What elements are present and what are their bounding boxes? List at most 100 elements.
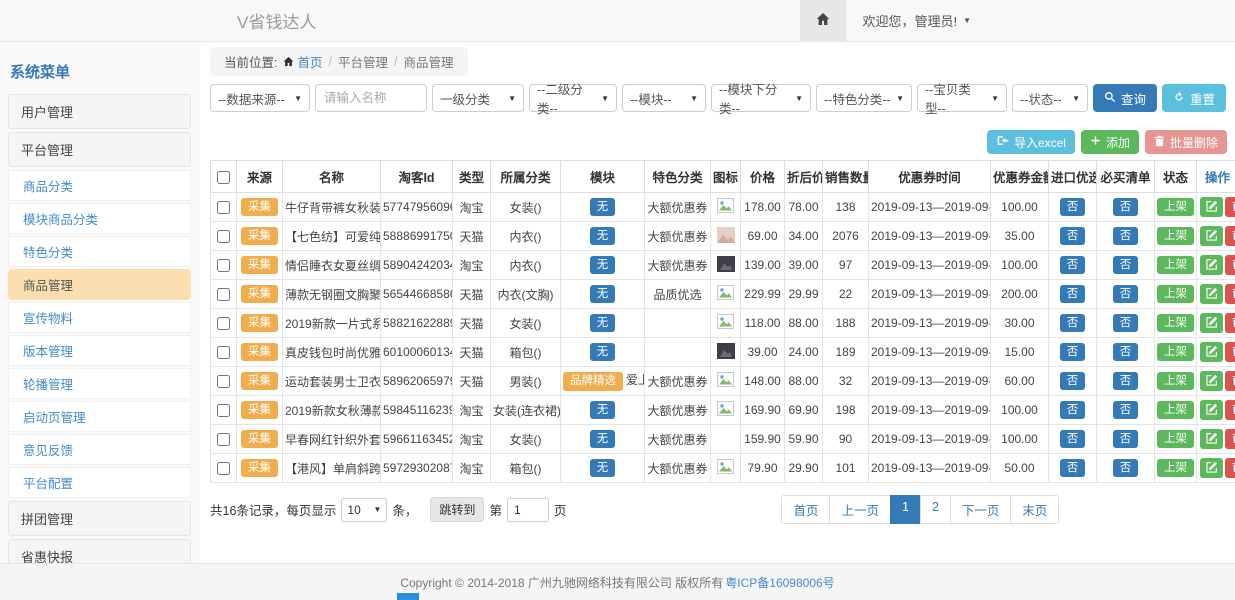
row-checkbox[interactable] [217, 201, 230, 214]
sidebar-item-3[interactable]: 模块商品分类 [8, 203, 191, 234]
import-optional-toggle[interactable]: 否 [1060, 285, 1086, 303]
sidebar-item-8[interactable]: 轮播管理 [8, 368, 191, 399]
row-checkbox[interactable] [217, 375, 230, 388]
edit-button[interactable] [1200, 197, 1223, 217]
row-checkbox[interactable] [217, 317, 230, 330]
must-buy-toggle[interactable]: 否 [1113, 343, 1139, 361]
sidebar-item-11[interactable]: 平台配置 [8, 467, 191, 498]
must-buy-toggle[interactable]: 否 [1113, 285, 1139, 303]
import-optional-toggle[interactable]: 否 [1060, 198, 1086, 216]
delete-button[interactable] [1225, 342, 1235, 362]
sidebar-item-1[interactable]: 平台管理 [8, 132, 191, 167]
jump-button[interactable]: 跳转到 [430, 497, 484, 522]
must-buy-toggle[interactable]: 否 [1113, 459, 1139, 477]
row-checkbox[interactable] [217, 230, 230, 243]
filter-select-1[interactable]: 一级分类▼ [432, 84, 524, 112]
row-checkbox[interactable] [217, 259, 230, 272]
status-badge[interactable]: 上架 [1157, 227, 1194, 245]
edit-button[interactable] [1200, 400, 1223, 420]
edit-button[interactable] [1200, 284, 1223, 304]
batch-delete-button[interactable]: 批量删除 [1145, 130, 1227, 154]
sidebar-item-9[interactable]: 启动页管理 [8, 401, 191, 432]
must-buy-toggle[interactable]: 否 [1113, 227, 1139, 245]
row-checkbox[interactable] [217, 404, 230, 417]
edit-button[interactable] [1200, 255, 1223, 275]
edit-button[interactable] [1200, 226, 1223, 246]
home-button[interactable] [800, 0, 846, 41]
filter-select-0[interactable]: --数据来源--▼ [210, 84, 310, 112]
import-optional-toggle[interactable]: 否 [1060, 343, 1086, 361]
page-button-上一页[interactable]: 上一页 [829, 495, 891, 524]
sidebar-item-13[interactable]: 省惠快报 [8, 539, 191, 563]
filter-select-5[interactable]: --特色分类--▼ [816, 84, 912, 112]
delete-button[interactable] [1225, 400, 1235, 420]
page-button-1[interactable]: 1 [890, 495, 921, 524]
page-button-末页[interactable]: 末页 [1010, 495, 1059, 524]
status-badge[interactable]: 上架 [1157, 372, 1194, 390]
filter-select-3[interactable]: --模块--▼ [622, 84, 706, 112]
search-button[interactable]: 查询 [1093, 84, 1157, 112]
must-buy-toggle[interactable]: 否 [1113, 256, 1139, 274]
filter-select-4[interactable]: --模块下分类--▼ [711, 84, 811, 112]
import-optional-toggle[interactable]: 否 [1060, 256, 1086, 274]
user-menu[interactable]: 欢迎您，管理员! ▼ [846, 11, 987, 30]
breadcrumb-home-link[interactable]: 首页 [283, 52, 322, 71]
reset-button[interactable]: 重置 [1162, 84, 1226, 112]
sidebar-item-0[interactable]: 用户管理 [8, 94, 191, 129]
status-badge[interactable]: 上架 [1157, 198, 1194, 216]
must-buy-toggle[interactable]: 否 [1113, 401, 1139, 419]
row-checkbox[interactable] [217, 346, 230, 359]
delete-button[interactable] [1225, 458, 1235, 478]
import-optional-toggle[interactable]: 否 [1060, 227, 1086, 245]
delete-button[interactable] [1225, 255, 1235, 275]
delete-button[interactable] [1225, 197, 1235, 217]
status-badge[interactable]: 上架 [1157, 285, 1194, 303]
edit-button[interactable] [1200, 371, 1223, 391]
must-buy-toggle[interactable]: 否 [1113, 430, 1139, 448]
import-optional-toggle[interactable]: 否 [1060, 430, 1086, 448]
page-number-input[interactable] [507, 498, 549, 522]
sidebar-item-12[interactable]: 拼团管理 [8, 501, 191, 536]
filter-select-2[interactable]: --二级分类--▼ [529, 84, 617, 112]
delete-button[interactable] [1225, 313, 1235, 333]
import-optional-toggle[interactable]: 否 [1060, 459, 1086, 477]
status-badge[interactable]: 上架 [1157, 401, 1194, 419]
icp-link[interactable]: 粤ICP备16098006号 [725, 574, 834, 591]
sidebar-item-5[interactable]: 商品管理 [8, 269, 191, 300]
status-badge[interactable]: 上架 [1157, 256, 1194, 274]
filter-select-7[interactable]: --状态--▼ [1012, 84, 1088, 112]
must-buy-toggle[interactable]: 否 [1113, 198, 1139, 216]
name-search-input[interactable] [315, 84, 427, 112]
delete-button[interactable] [1225, 371, 1235, 391]
filter-select-6[interactable]: --宝贝类型--▼ [917, 84, 1007, 112]
edit-button[interactable] [1200, 458, 1223, 478]
status-badge[interactable]: 上架 [1157, 343, 1194, 361]
delete-button[interactable] [1225, 429, 1235, 449]
edit-button[interactable] [1200, 429, 1223, 449]
row-checkbox[interactable] [217, 462, 230, 475]
status-badge[interactable]: 上架 [1157, 459, 1194, 477]
import-optional-toggle[interactable]: 否 [1060, 372, 1086, 390]
import-optional-toggle[interactable]: 否 [1060, 314, 1086, 332]
edit-button[interactable] [1200, 313, 1223, 333]
delete-button[interactable] [1225, 226, 1235, 246]
edit-button[interactable] [1200, 342, 1223, 362]
add-button[interactable]: 添加 [1081, 130, 1139, 154]
status-badge[interactable]: 上架 [1157, 430, 1194, 448]
delete-button[interactable] [1225, 284, 1235, 304]
row-checkbox[interactable] [217, 433, 230, 446]
per-page-select[interactable]: 10 ▼ [341, 498, 387, 522]
sidebar-item-6[interactable]: 宣传物料 [8, 302, 191, 333]
page-button-2[interactable]: 2 [920, 495, 951, 524]
sidebar-item-4[interactable]: 特色分类 [8, 236, 191, 267]
sidebar-item-2[interactable]: 商品分类 [8, 170, 191, 201]
must-buy-toggle[interactable]: 否 [1113, 314, 1139, 332]
import-optional-toggle[interactable]: 否 [1060, 401, 1086, 419]
page-button-下一页[interactable]: 下一页 [950, 495, 1012, 524]
must-buy-toggle[interactable]: 否 [1113, 372, 1139, 390]
row-checkbox[interactable] [217, 288, 230, 301]
import-excel-button[interactable]: 导入excel [987, 130, 1075, 154]
select-all-checkbox[interactable] [217, 171, 230, 184]
sidebar-item-10[interactable]: 意见反馈 [8, 434, 191, 465]
page-button-首页[interactable]: 首页 [781, 495, 830, 524]
